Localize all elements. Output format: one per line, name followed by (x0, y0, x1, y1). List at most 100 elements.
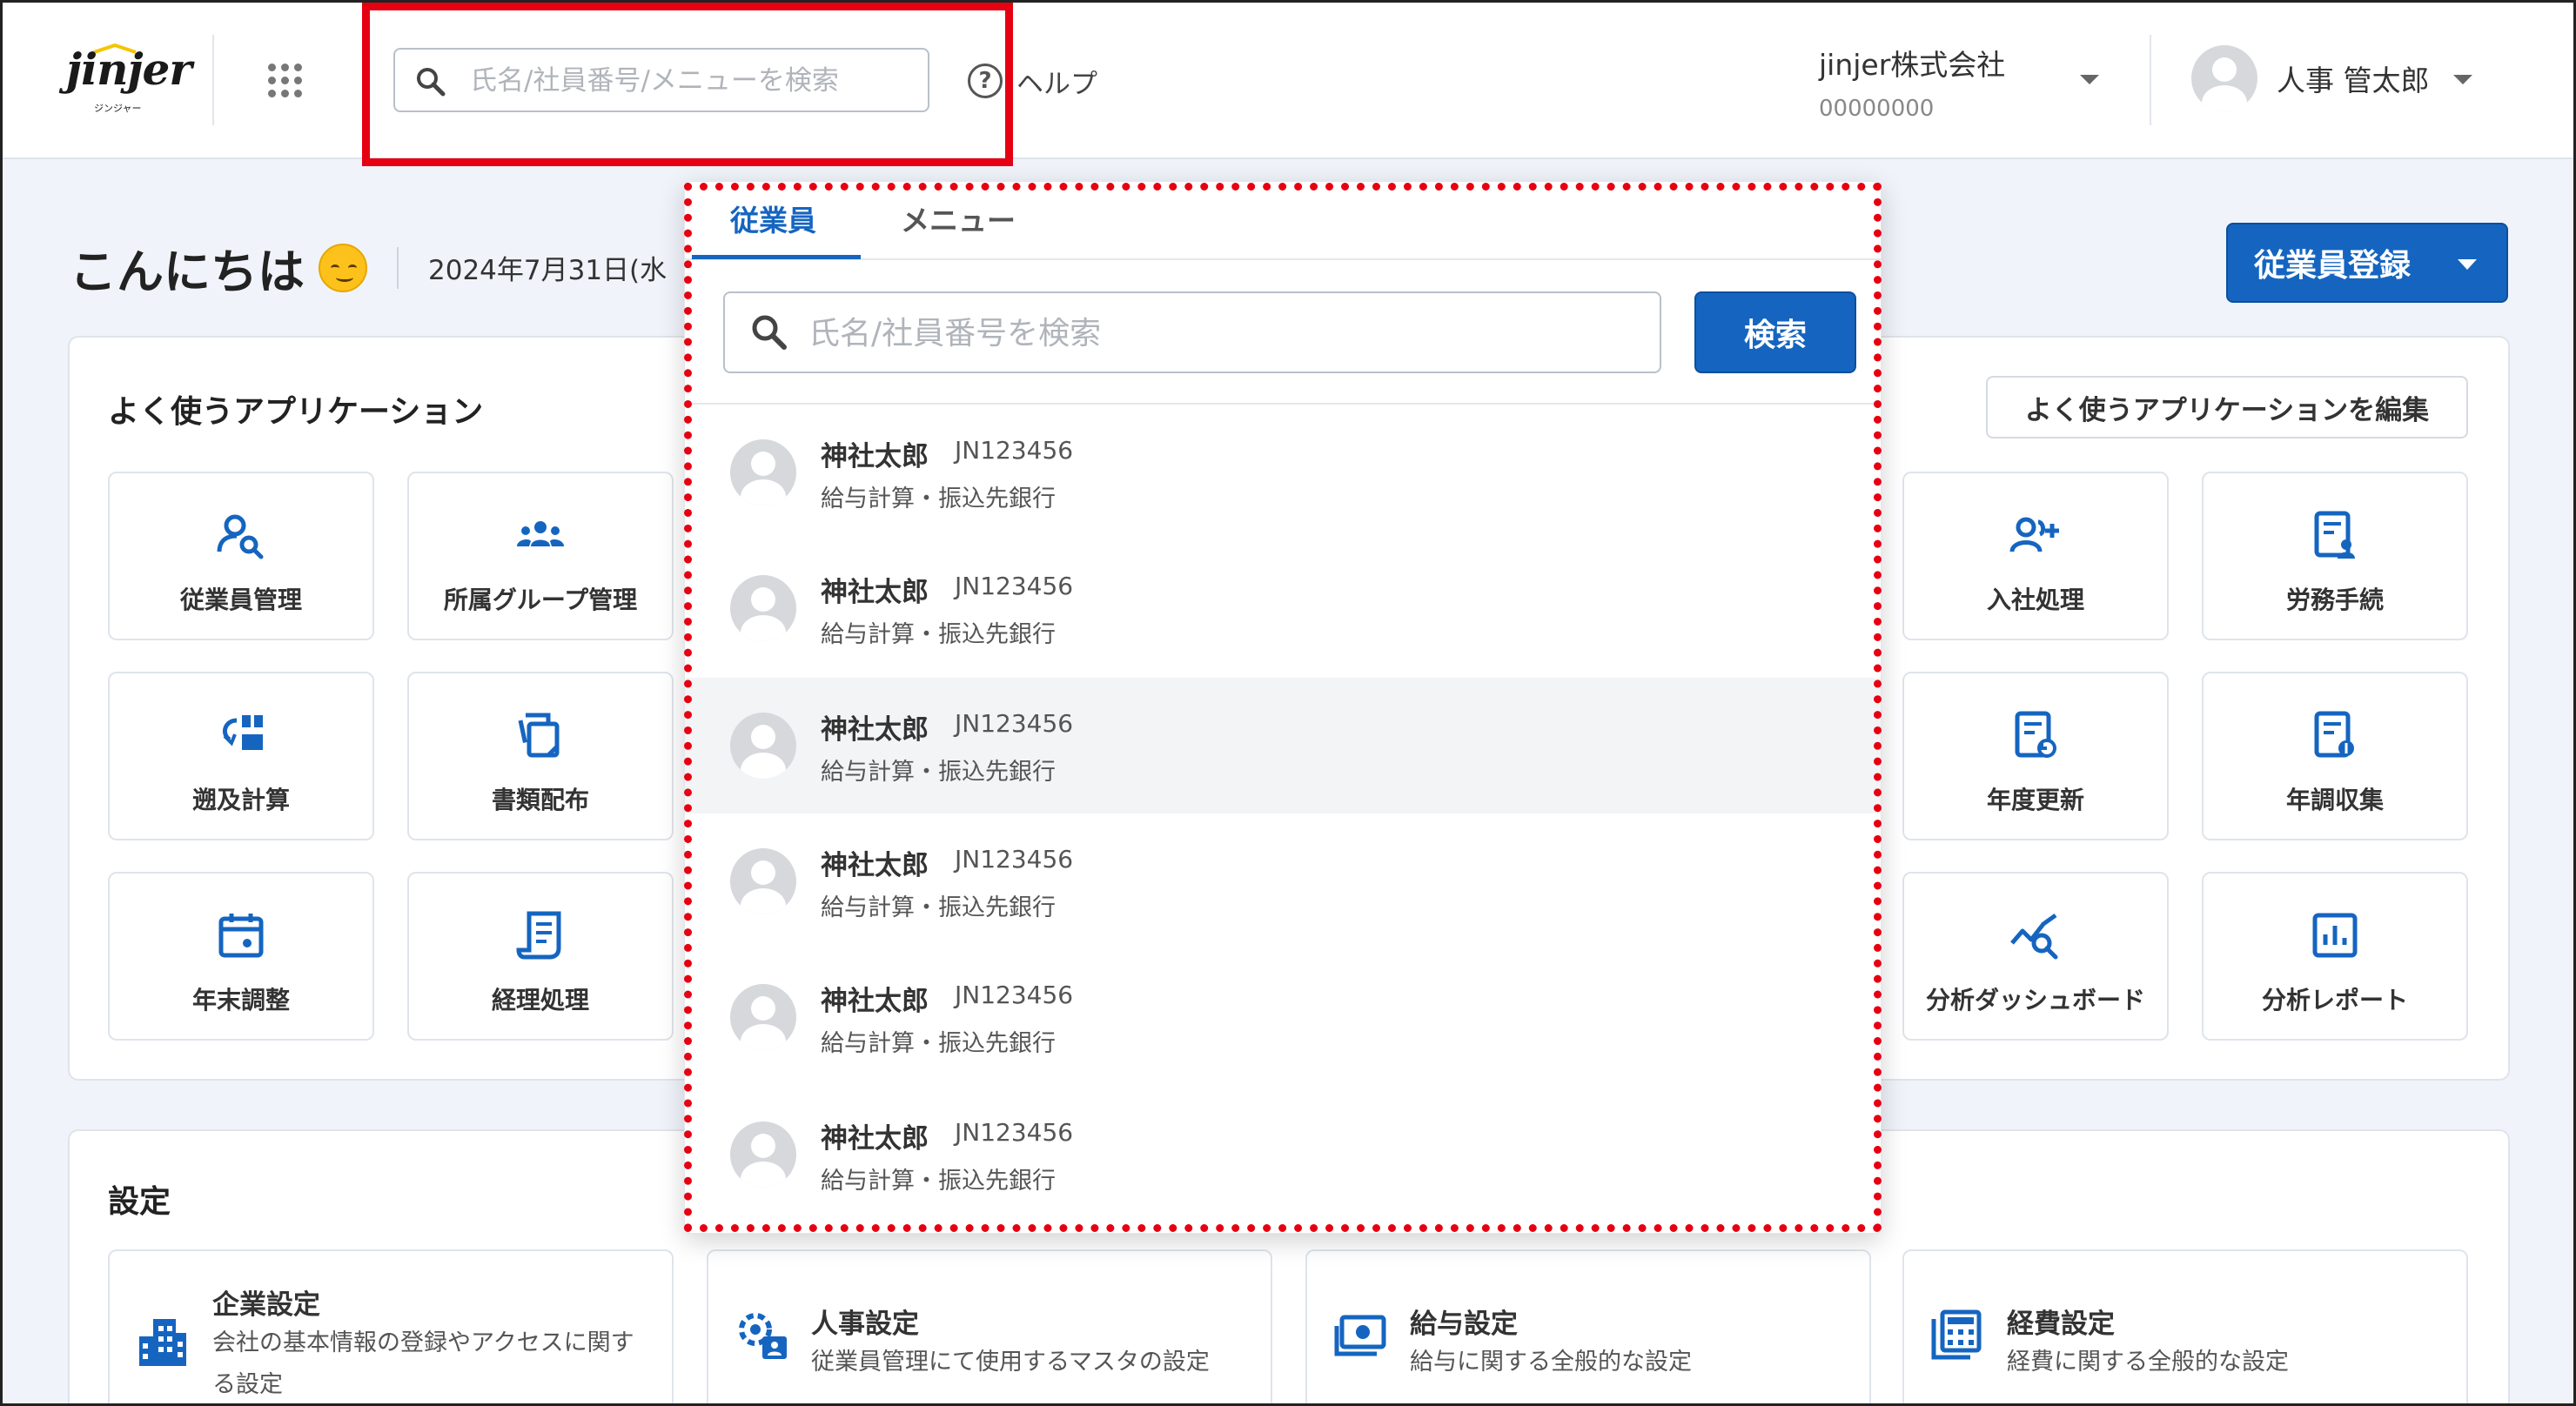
settings-title: 設定 (108, 1184, 171, 1220)
employee-id: JN123456 (955, 1118, 1074, 1147)
employee-id: JN123456 (955, 436, 1074, 465)
settings-tile-company[interactable]: 企業設定 会社の基本情報の登録やアクセスに関する設定 (108, 1249, 674, 1406)
logo-wordmark: jinjer (66, 44, 192, 95)
user-menu[interactable]: 人事 管太郎 (2191, 45, 2430, 111)
app-tile-analytics-dashboard[interactable]: 分析ダッシュボード (1902, 872, 2169, 1041)
settings-tile-title: 人事設定 (811, 1309, 919, 1340)
employee-result-item[interactable]: 神社太郎 JN123456 給与計算・振込先銀行 (685, 540, 1881, 676)
employee-department: 給与計算・振込先銀行 (821, 1168, 1056, 1195)
app-tile-label: 書類配布 (491, 786, 589, 814)
app-tile-label: 分析ダッシュボード (1925, 986, 2145, 1014)
app-tile-label: 入社処理 (1986, 586, 2084, 614)
app-tile-label: 年末調整 (191, 986, 290, 1014)
employee-id: JN123456 (955, 709, 1074, 738)
employee-avatar (730, 848, 796, 914)
app-launcher-icon[interactable] (268, 64, 303, 98)
search-dropdown-panel: 従業員 メニュー 検索 神社太郎 JN123456 給与計算・振込先銀行 神社太… (684, 181, 1882, 1234)
group-icon (517, 521, 564, 546)
settings-tile-description: 経費に関する全般的な設定 (2007, 1349, 2289, 1376)
employee-name: 神社太郎 (821, 714, 929, 746)
app-tile-label: 年度更新 (1986, 786, 2084, 814)
analytics-icon (2010, 913, 2058, 960)
labor-document-icon (2314, 511, 2355, 559)
app-tile-analytics-report[interactable]: 分析レポート (2202, 872, 2468, 1041)
settings-tile-title: 企業設定 (212, 1289, 320, 1321)
active-tab-indicator (692, 255, 861, 259)
tab-employee[interactable]: 従業員 (730, 198, 816, 239)
employee-name: 神社太郎 (821, 1123, 929, 1155)
greeting-title: こんにちは (70, 244, 305, 299)
employee-result-item[interactable]: 神社太郎 JN123456 給与計算・振込先銀行 (685, 813, 1881, 949)
employee-search-input[interactable] (808, 307, 1644, 359)
company-code: 00000000 (1819, 96, 1935, 122)
settings-tile-description: 給与に関する全般的な設定 (1410, 1349, 1692, 1376)
employee-result-item[interactable]: 神社太郎 JN123456 給与計算・振込先銀行 (685, 405, 1881, 540)
frequent-apps-title: よく使うアプリケーション (108, 394, 484, 430)
help-label: ヘルプ (1016, 68, 1097, 100)
user-chevron-down-icon[interactable] (2453, 75, 2472, 84)
greeting-divider (397, 246, 399, 289)
app-tile-document-distribution[interactable]: 書類配布 (407, 672, 674, 840)
building-icon (139, 1319, 186, 1366)
employee-result-item[interactable]: 神社太郎 JN123456 給与計算・振込先銀行 (685, 949, 1881, 1085)
app-tile-year-end-adjustment[interactable]: 年末調整 (108, 872, 374, 1041)
app-tile-year-end-collection[interactable]: 年調収集 (2202, 672, 2468, 840)
app-tile-accounting[interactable]: 経理処理 (407, 872, 674, 1041)
employee-search-box[interactable] (723, 291, 1661, 373)
employee-avatar (730, 1121, 796, 1188)
annual-update-icon (2015, 711, 2056, 758)
tab-menu[interactable]: メニュー (901, 198, 1016, 239)
jinjer-logo[interactable]: jinjer ジンジャー (66, 44, 192, 118)
employee-id: JN123456 (955, 572, 1074, 600)
settings-tile-expense[interactable]: 経費設定 経費に関する全般的な設定 (1902, 1249, 2468, 1406)
app-tile-annual-update[interactable]: 年度更新 (1902, 672, 2169, 840)
report-chart-icon (2312, 913, 2358, 958)
company-name: jinjer株式会社 (1819, 48, 2006, 82)
money-icon (1334, 1315, 1386, 1356)
employee-id: JN123456 (955, 845, 1074, 874)
employee-search-icon (217, 514, 264, 559)
hr-settings-icon (739, 1313, 787, 1359)
employee-name: 神社太郎 (821, 986, 929, 1017)
register-employee-label: 従業員登録 (2254, 248, 2412, 284)
settings-tile-description: 会社の基本情報の登録やアクセスに関する設定 (212, 1329, 634, 1398)
employee-department: 給与計算・振込先銀行 (821, 485, 1056, 512)
company-chevron-down-icon[interactable] (2080, 75, 2099, 84)
employee-avatar (730, 984, 796, 1050)
app-tile-retro-calc[interactable]: 遡及計算 (108, 672, 374, 840)
app-tile-label: 従業員管理 (179, 586, 302, 614)
logo-subtext: ジンジャー (94, 103, 142, 114)
employee-department: 給与計算・振込先銀行 (821, 894, 1056, 921)
settings-tile-payroll[interactable]: 給与設定 給与に関する全般的な設定 (1305, 1249, 1871, 1406)
employee-department: 給与計算・振込先銀行 (821, 621, 1056, 648)
app-tile-group-management[interactable]: 所属グループ管理 (407, 472, 674, 640)
employee-department: 給与計算・振込先銀行 (821, 759, 1056, 786)
documents-icon (518, 713, 560, 758)
search-tabs: 従業員 メニュー (685, 182, 1881, 260)
user-add-icon (2009, 517, 2059, 552)
app-tile-employee-management[interactable]: 従業員管理 (108, 472, 374, 640)
settings-tile-description: 従業員管理にて使用するマスタの設定 (811, 1349, 1210, 1376)
employee-name: 神社太郎 (821, 441, 929, 472)
company-selector[interactable]: jinjer株式会社 00000000 (1819, 42, 2005, 122)
edit-frequent-apps-button[interactable]: よく使うアプリケーションを編集 (1986, 376, 2468, 439)
app-tile-label: 経理処理 (491, 986, 589, 1014)
user-avatar (2191, 45, 2257, 111)
employee-result-item[interactable]: 神社太郎 JN123456 給与計算・振込先銀行 (685, 1087, 1881, 1222)
settings-tile-title: 経費設定 (2007, 1309, 2115, 1340)
employee-id: JN123456 (955, 981, 1074, 1009)
receipt-icon (516, 911, 561, 960)
settings-tile-hr[interactable]: 人事設定 従業員管理にて使用するマスタの設定 (707, 1249, 1272, 1406)
employee-name: 神社太郎 (821, 850, 929, 881)
retro-calc-icon (222, 715, 263, 750)
register-employee-button[interactable]: 従業員登録 (2226, 223, 2508, 303)
employee-result-item-hovered[interactable]: 神社太郎 JN123456 給与計算・振込先銀行 (685, 678, 1881, 813)
app-tile-onboarding[interactable]: 入社処理 (1902, 472, 2169, 640)
employee-search-button[interactable]: 検索 (1694, 291, 1856, 373)
app-tile-labor-procedures[interactable]: 労務手続 (2202, 472, 2468, 640)
employee-avatar (730, 713, 796, 779)
calendar-icon (218, 914, 264, 958)
settings-tile-title: 給与設定 (1410, 1309, 1518, 1340)
app-tile-label: 分析レポート (2261, 986, 2408, 1014)
annotation-highlight-search (362, 3, 1013, 166)
